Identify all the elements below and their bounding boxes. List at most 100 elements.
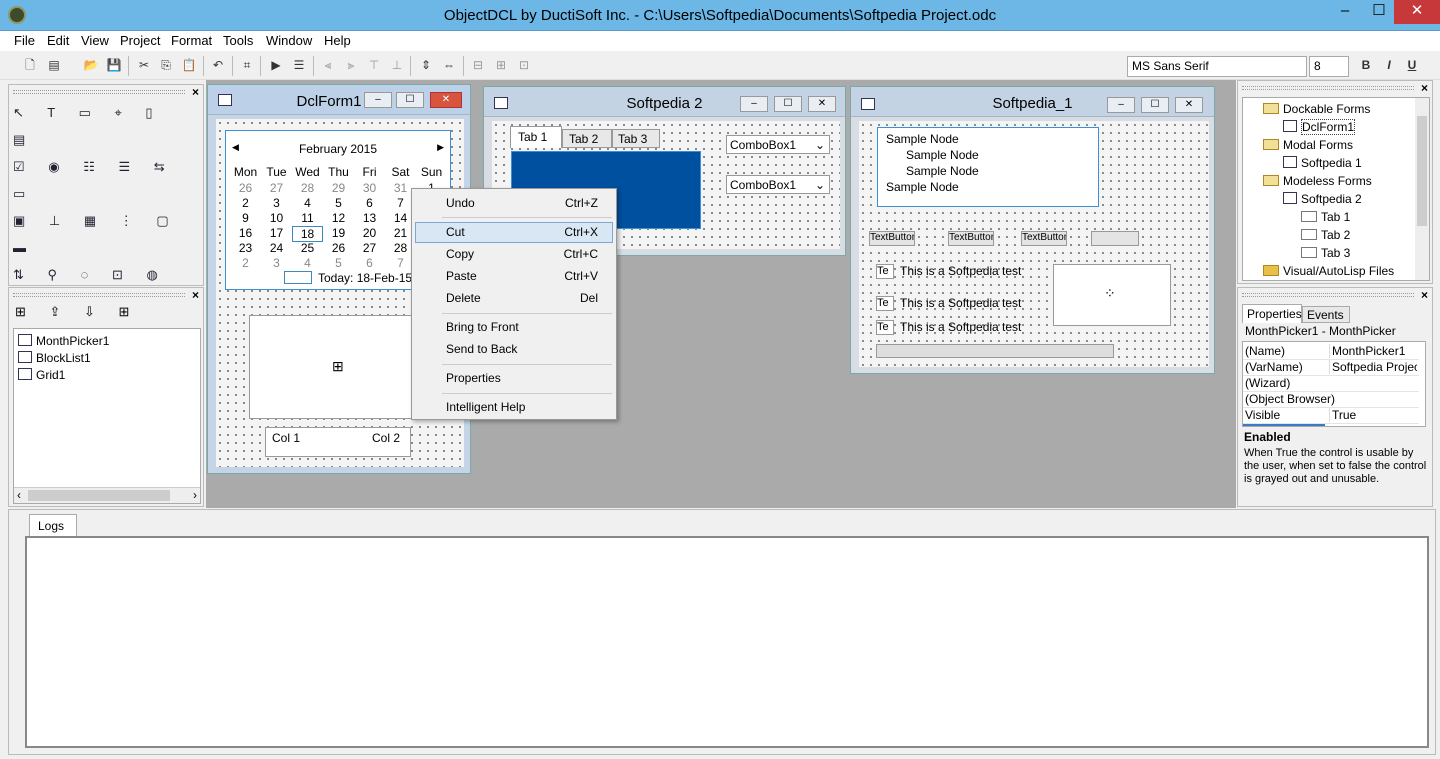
close-icon[interactable]: ✕ xyxy=(808,96,836,112)
calendar-day-selected[interactable]: 18 xyxy=(292,226,323,242)
calendar-day[interactable]: 29 xyxy=(323,181,354,195)
calendar-day[interactable]: 17 xyxy=(261,226,292,240)
property-row[interactable]: (Object Browser) xyxy=(1243,392,1419,408)
menu-item-paste[interactable]: Paste Ctrl+V xyxy=(446,269,598,283)
tree-form-item[interactable]: Softpedia 2 xyxy=(1263,190,1394,208)
tree-node[interactable]: Sample Node xyxy=(886,147,1090,163)
property-row[interactable]: (VarName) Softpedia Project xyxy=(1243,360,1419,376)
object-item[interactable]: MonthPicker1 xyxy=(18,333,196,350)
text-button[interactable]: TextButton2 xyxy=(948,231,994,246)
objects-close-icon[interactable]: × xyxy=(192,288,199,302)
selected-property-row[interactable] xyxy=(1243,424,1325,426)
calendar-day[interactable]: 4 xyxy=(292,196,323,210)
text-box[interactable]: Te xyxy=(876,296,894,311)
text-button[interactable]: TextButton2 xyxy=(1021,231,1067,246)
tree-folder[interactable]: Modeless Forms xyxy=(1263,172,1394,190)
today-label[interactable]: Today: 18-Feb-15 xyxy=(318,271,412,285)
softpedia1-window[interactable]: Softpedia_1 ‒ ☐ ✕ Sample Node Sample Nod… xyxy=(850,86,1215,374)
logs-output[interactable] xyxy=(25,536,1429,748)
calendar-day[interactable]: 3 xyxy=(261,196,292,210)
tab-events[interactable]: Events xyxy=(1302,306,1350,323)
menu-project[interactable]: Project xyxy=(120,33,160,48)
tree-view[interactable]: Sample Node Sample Node Sample Node Samp… xyxy=(877,127,1099,207)
tree-node[interactable]: Sample Node xyxy=(886,163,1090,179)
minimize-button[interactable]: ‒ xyxy=(1328,0,1362,24)
menu-item-properties[interactable]: Properties xyxy=(446,371,598,385)
horizontal-scrollbar[interactable]: ‹ › xyxy=(14,487,200,503)
combobox-2[interactable]: ComboBox1 ⌄ xyxy=(726,175,830,194)
maximize-icon[interactable]: ☐ xyxy=(1141,97,1169,113)
tree-folder[interactable]: Modal Forms xyxy=(1263,136,1394,154)
block-list[interactable]: ⊞ xyxy=(249,315,413,419)
tree-folder[interactable]: Visual/AutoLisp Files xyxy=(1263,262,1394,280)
menu-file[interactable]: File xyxy=(14,33,35,48)
menu-help[interactable]: Help xyxy=(324,33,351,48)
text-button[interactable]: TextButton2 xyxy=(869,231,915,246)
empty-button[interactable] xyxy=(1091,231,1139,246)
calendar-day[interactable]: 23 xyxy=(230,241,261,255)
calendar-day[interactable]: 25 xyxy=(292,241,323,255)
calendar-day[interactable]: 4 xyxy=(292,256,323,270)
open-folder-icon[interactable]: 📂 xyxy=(83,57,99,73)
minimize-icon[interactable]: ‒ xyxy=(364,92,392,108)
project-tree[interactable]: Dockable Forms DclForm1 Modal Forms Soft… xyxy=(1242,97,1430,281)
tab-properties[interactable]: Properties xyxy=(1242,304,1302,323)
calendar-day[interactable]: 13 xyxy=(354,211,385,225)
calendar-day[interactable]: 27 xyxy=(261,181,292,195)
italic-button[interactable]: I xyxy=(1381,57,1397,73)
menu-item-undo[interactable]: Undo Ctrl+Z xyxy=(446,196,598,210)
text-box[interactable]: Te xyxy=(876,320,894,335)
tree-tab-item[interactable]: Tab 2 xyxy=(1263,226,1394,244)
object-selector[interactable]: MonthPicker1 - MonthPicker xyxy=(1242,324,1426,340)
property-row[interactable]: (Name) MonthPicker1 xyxy=(1243,344,1419,360)
calendar-day[interactable]: 28 xyxy=(292,181,323,195)
next-month-icon[interactable]: ▶ xyxy=(437,142,444,153)
calendar-day[interactable]: 26 xyxy=(323,241,354,255)
align-top-icon[interactable]: ⊤ xyxy=(366,57,382,73)
property-row[interactable]: Visible True xyxy=(1243,408,1419,424)
underline-button[interactable]: U xyxy=(1404,57,1420,73)
vertical-scrollbar[interactable] xyxy=(1415,98,1429,280)
maximize-icon[interactable]: ☐ xyxy=(396,92,424,108)
calendar-day[interactable]: 5 xyxy=(323,256,354,270)
align-left-icon[interactable]: ⫷ xyxy=(320,57,336,73)
tab-logs[interactable]: Logs xyxy=(29,514,77,536)
font-size-select[interactable]: 8 xyxy=(1309,56,1349,77)
calendar-day[interactable]: 12 xyxy=(323,211,354,225)
tree-tab-item[interactable]: Tab 1 xyxy=(1263,208,1394,226)
new-form-icon[interactable]: ▤ xyxy=(46,57,62,73)
object-item[interactable]: Grid1 xyxy=(18,367,196,384)
toolbox-controls[interactable]: ↖ T ▭ ⌖ ▯ ▤ ☑ ◉ ☷ ☰ ⇆ ▭ ▣ ⊥ ▦ ⋮ ▢ ▬ ⇅ ⚲ … xyxy=(13,99,197,390)
new-file-icon[interactable]: 🗋 xyxy=(22,57,38,73)
grid-control[interactable]: Col 1 Col 2 xyxy=(265,427,411,457)
object-item[interactable]: BlockList1 xyxy=(18,350,196,367)
tree-form-item[interactable]: Softpedia 1 xyxy=(1263,154,1394,172)
property-row[interactable]: (Wizard) xyxy=(1243,376,1419,392)
run-icon[interactable]: ▶ xyxy=(268,57,284,73)
calendar-day[interactable]: 30 xyxy=(354,181,385,195)
menu-window[interactable]: Window xyxy=(266,33,312,48)
list-icon[interactable]: ☰ xyxy=(291,57,307,73)
calendar-day[interactable]: 11 xyxy=(292,211,323,225)
maximize-icon[interactable]: ☐ xyxy=(774,96,802,112)
align-bottom-icon[interactable]: ⊥ xyxy=(389,57,405,73)
menu-item-delete[interactable]: Delete Del xyxy=(446,291,598,305)
bold-button[interactable]: B xyxy=(1358,57,1374,73)
menu-format[interactable]: Format xyxy=(171,33,212,48)
font-select[interactable]: MS Sans Serif xyxy=(1127,56,1307,77)
same-size-icon[interactable]: ⊡ xyxy=(516,57,532,73)
tab-3[interactable]: Tab 3 xyxy=(612,129,660,148)
tree-node[interactable]: Sample Node xyxy=(886,131,1090,147)
menu-tools[interactable]: Tools xyxy=(223,33,253,48)
project-close-icon[interactable]: × xyxy=(1421,81,1428,95)
calendar-day[interactable]: 6 xyxy=(354,196,385,210)
calendar-day[interactable]: 16 xyxy=(230,226,261,240)
calendar-day[interactable]: 19 xyxy=(323,226,354,240)
tree-folder[interactable]: Dockable Forms xyxy=(1263,100,1394,118)
text-box[interactable]: Te xyxy=(876,264,894,279)
minimize-icon[interactable]: ‒ xyxy=(1107,97,1135,113)
minimize-icon[interactable]: ‒ xyxy=(740,96,768,112)
same-height-icon[interactable]: ⊞ xyxy=(493,57,509,73)
calendar-day[interactable]: 27 xyxy=(354,241,385,255)
menu-view[interactable]: View xyxy=(81,33,109,48)
